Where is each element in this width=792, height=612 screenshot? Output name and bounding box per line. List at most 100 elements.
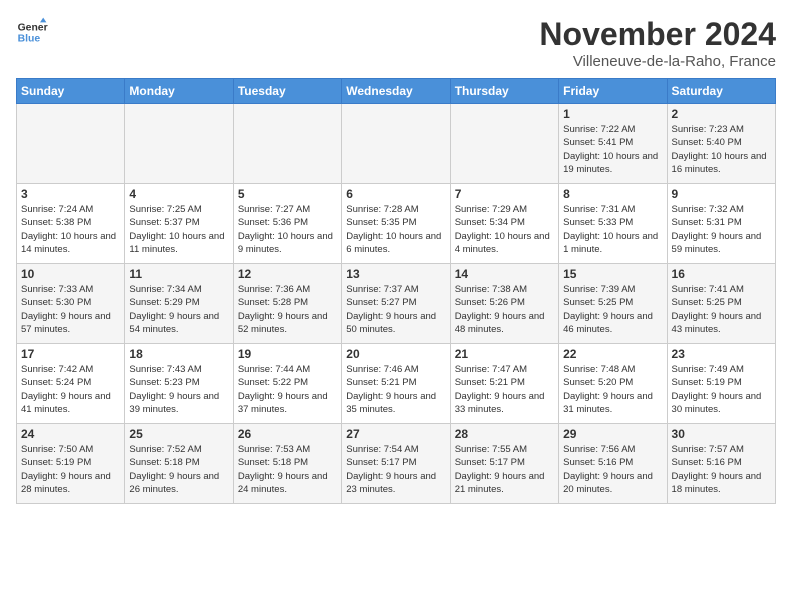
day-number: 8 (563, 187, 662, 201)
day-cell (342, 104, 450, 184)
day-info: Sunrise: 7:49 AM Sunset: 5:19 PM Dayligh… (672, 363, 771, 416)
weekday-header-tuesday: Tuesday (233, 79, 341, 104)
logo: General Blue (16, 16, 48, 48)
day-cell: 20Sunrise: 7:46 AM Sunset: 5:21 PM Dayli… (342, 344, 450, 424)
day-cell: 17 Sunrise: 7:42 AM Sunset: 5:24 PM Dayli… (17, 344, 125, 424)
logo-icon: General Blue (16, 16, 48, 48)
day-info: Sunrise: 7:31 AM Sunset: 5:33 PM Dayligh… (563, 203, 662, 256)
day-cell: 18 Sunrise: 7:43 AM Sunset: 5:23 PM Dayli… (125, 344, 233, 424)
day-number: 29 (563, 427, 662, 441)
week-row-4: 17 Sunrise: 7:42 AM Sunset: 5:24 PM Dayli… (17, 344, 776, 424)
day-info: Sunrise: 7:22 AM Sunset: 5:41 PM Dayligh… (563, 123, 662, 176)
day-cell: 1Sunrise: 7:22 AM Sunset: 5:41 PM Daylig… (559, 104, 667, 184)
day-number: 19 (238, 347, 337, 361)
day-number: 5 (238, 187, 337, 201)
day-info: Sunrise: 7:39 AM Sunset: 5:25 PM Dayligh… (563, 283, 662, 336)
day-cell: 27Sunrise: 7:54 AM Sunset: 5:17 PM Dayli… (342, 424, 450, 504)
day-number: 22 (563, 347, 662, 361)
day-cell: 15Sunrise: 7:39 AM Sunset: 5:25 PM Dayli… (559, 264, 667, 344)
day-info: Sunrise: 7:23 AM Sunset: 5:40 PM Dayligh… (672, 123, 771, 176)
day-info: Sunrise: 7:48 AM Sunset: 5:20 PM Dayligh… (563, 363, 662, 416)
day-number: 4 (129, 187, 228, 201)
day-info: Sunrise: 7:33 AM Sunset: 5:30 PM Dayligh… (21, 283, 120, 336)
location: Villeneuve-de-la-Raho, France (539, 53, 776, 70)
day-cell: 6Sunrise: 7:28 AM Sunset: 5:35 PM Daylig… (342, 184, 450, 264)
day-cell: 25 Sunrise: 7:52 AM Sunset: 5:18 PM Dayli… (125, 424, 233, 504)
page-header: General Blue November 2024 Villeneuve-de… (16, 16, 776, 70)
day-cell (450, 104, 558, 184)
day-number: 25 (129, 427, 228, 441)
day-info: Sunrise: 7:34 AM Sunset: 5:29 PM Dayligh… (129, 283, 228, 336)
day-cell: 14 Sunrise: 7:38 AM Sunset: 5:26 PM Dayli… (450, 264, 558, 344)
day-info: Sunrise: 7:32 AM Sunset: 5:31 PM Dayligh… (672, 203, 771, 256)
day-info: Sunrise: 7:38 AM Sunset: 5:26 PM Dayligh… (455, 283, 554, 336)
day-cell (125, 104, 233, 184)
title-block: November 2024 Villeneuve-de-la-Raho, Fra… (539, 16, 776, 70)
weekday-header-wednesday: Wednesday (342, 79, 450, 104)
week-row-2: 3 Sunrise: 7:24 AM Sunset: 5:38 PM Daylig… (17, 184, 776, 264)
day-cell: 16 Sunrise: 7:41 AM Sunset: 5:25 PM Dayli… (667, 264, 775, 344)
day-cell: 13 Sunrise: 7:37 AM Sunset: 5:27 PM Dayli… (342, 264, 450, 344)
day-number: 10 (21, 267, 120, 281)
day-info: Sunrise: 7:29 AM Sunset: 5:34 PM Dayligh… (455, 203, 554, 256)
day-cell: 22 Sunrise: 7:48 AM Sunset: 5:20 PM Dayli… (559, 344, 667, 424)
day-number: 3 (21, 187, 120, 201)
weekday-header-sunday: Sunday (17, 79, 125, 104)
day-info: Sunrise: 7:36 AM Sunset: 5:28 PM Dayligh… (238, 283, 337, 336)
day-number: 6 (346, 187, 445, 201)
weekday-header-friday: Friday (559, 79, 667, 104)
svg-text:Blue: Blue (18, 34, 41, 45)
day-cell (17, 104, 125, 184)
day-cell: 2 Sunrise: 7:23 AM Sunset: 5:40 PM Daylig… (667, 104, 775, 184)
day-info: Sunrise: 7:52 AM Sunset: 5:18 PM Dayligh… (129, 443, 228, 496)
day-cell: 9 Sunrise: 7:32 AM Sunset: 5:31 PM Daylig… (667, 184, 775, 264)
day-info: Sunrise: 7:24 AM Sunset: 5:38 PM Dayligh… (21, 203, 120, 256)
day-info: Sunrise: 7:44 AM Sunset: 5:22 PM Dayligh… (238, 363, 337, 416)
day-info: Sunrise: 7:42 AM Sunset: 5:24 PM Dayligh… (21, 363, 120, 416)
day-number: 9 (672, 187, 771, 201)
day-number: 24 (21, 427, 120, 441)
day-cell: 10 Sunrise: 7:33 AM Sunset: 5:30 PM Dayli… (17, 264, 125, 344)
day-number: 13 (346, 267, 445, 281)
day-number: 26 (238, 427, 337, 441)
day-info: Sunrise: 7:37 AM Sunset: 5:27 PM Dayligh… (346, 283, 445, 336)
day-cell: 30 Sunrise: 7:57 AM Sunset: 5:16 PM Dayli… (667, 424, 775, 504)
day-cell: 11Sunrise: 7:34 AM Sunset: 5:29 PM Dayli… (125, 264, 233, 344)
day-number: 16 (672, 267, 771, 281)
weekday-header-thursday: Thursday (450, 79, 558, 104)
day-info: Sunrise: 7:55 AM Sunset: 5:17 PM Dayligh… (455, 443, 554, 496)
day-number: 14 (455, 267, 554, 281)
day-info: Sunrise: 7:46 AM Sunset: 5:21 PM Dayligh… (346, 363, 445, 416)
week-row-1: 1Sunrise: 7:22 AM Sunset: 5:41 PM Daylig… (17, 104, 776, 184)
day-number: 2 (672, 107, 771, 121)
weekday-header-row: SundayMondayTuesdayWednesdayThursdayFrid… (17, 79, 776, 104)
day-info: Sunrise: 7:27 AM Sunset: 5:36 PM Dayligh… (238, 203, 337, 256)
day-number: 21 (455, 347, 554, 361)
day-cell: 3 Sunrise: 7:24 AM Sunset: 5:38 PM Daylig… (17, 184, 125, 264)
svg-text:General: General (18, 22, 48, 33)
day-cell: 21Sunrise: 7:47 AM Sunset: 5:21 PM Dayli… (450, 344, 558, 424)
day-info: Sunrise: 7:41 AM Sunset: 5:25 PM Dayligh… (672, 283, 771, 336)
day-info: Sunrise: 7:56 AM Sunset: 5:16 PM Dayligh… (563, 443, 662, 496)
day-cell: 8 Sunrise: 7:31 AM Sunset: 5:33 PM Daylig… (559, 184, 667, 264)
day-cell: 28 Sunrise: 7:55 AM Sunset: 5:17 PM Dayli… (450, 424, 558, 504)
day-info: Sunrise: 7:57 AM Sunset: 5:16 PM Dayligh… (672, 443, 771, 496)
day-number: 12 (238, 267, 337, 281)
day-number: 17 (21, 347, 120, 361)
day-number: 28 (455, 427, 554, 441)
calendar-table: SundayMondayTuesdayWednesdayThursdayFrid… (16, 78, 776, 504)
week-row-3: 10 Sunrise: 7:33 AM Sunset: 5:30 PM Dayli… (17, 264, 776, 344)
day-info: Sunrise: 7:53 AM Sunset: 5:18 PM Dayligh… (238, 443, 337, 496)
day-cell: 23 Sunrise: 7:49 AM Sunset: 5:19 PM Dayli… (667, 344, 775, 424)
day-info: Sunrise: 7:43 AM Sunset: 5:23 PM Dayligh… (129, 363, 228, 416)
day-number: 23 (672, 347, 771, 361)
day-number: 18 (129, 347, 228, 361)
day-info: Sunrise: 7:25 AM Sunset: 5:37 PM Dayligh… (129, 203, 228, 256)
day-cell: 5 Sunrise: 7:27 AM Sunset: 5:36 PM Daylig… (233, 184, 341, 264)
day-cell: 19 Sunrise: 7:44 AM Sunset: 5:22 PM Dayli… (233, 344, 341, 424)
day-number: 7 (455, 187, 554, 201)
weekday-header-monday: Monday (125, 79, 233, 104)
day-cell: 12 Sunrise: 7:36 AM Sunset: 5:28 PM Dayli… (233, 264, 341, 344)
day-number: 30 (672, 427, 771, 441)
day-cell: 26 Sunrise: 7:53 AM Sunset: 5:18 PM Dayli… (233, 424, 341, 504)
